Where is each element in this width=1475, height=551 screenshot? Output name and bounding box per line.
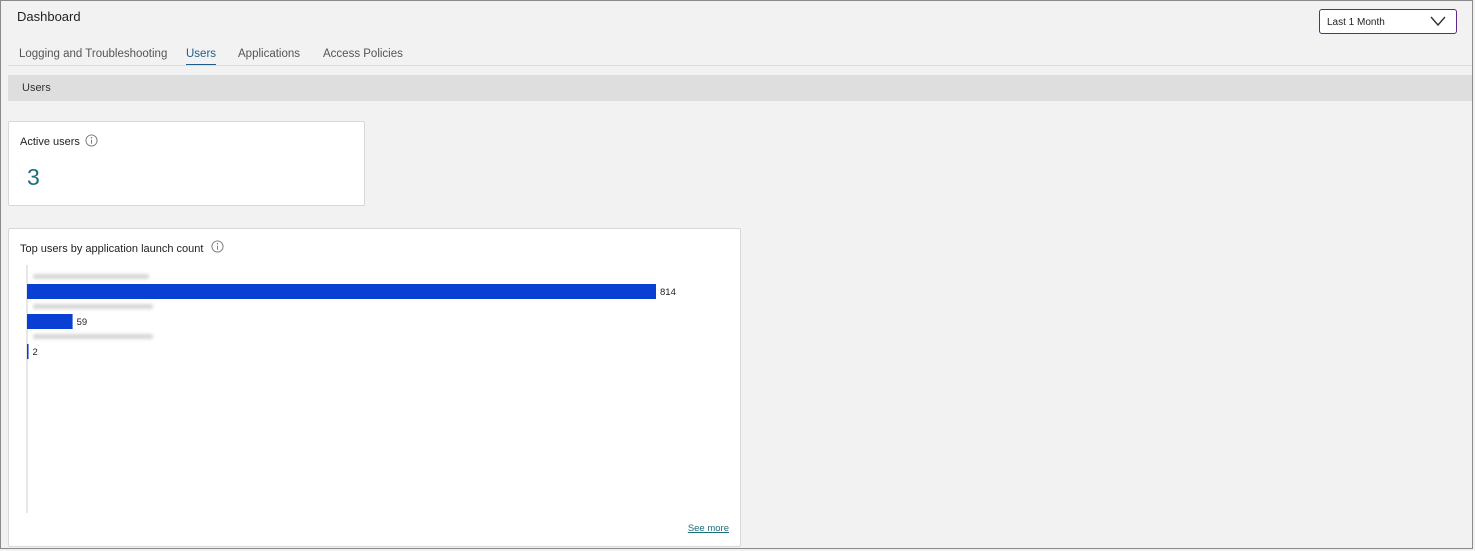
bar-category-label	[33, 274, 149, 279]
tab-access-policies[interactable]: Access Policies	[323, 48, 403, 60]
section-header: Users	[8, 75, 1472, 101]
chart-bar[interactable]	[27, 314, 73, 329]
active-users-count: 3	[27, 164, 40, 190]
section-title: Users	[22, 82, 51, 94]
bar-value-label: 59	[77, 317, 88, 328]
time-range-value: Last 1 Month	[1327, 17, 1385, 28]
tab-logging-troubleshooting[interactable]: Logging and Troubleshooting	[19, 48, 167, 60]
chevron-down-icon	[1430, 16, 1446, 27]
tab-users[interactable]: Users	[186, 48, 217, 66]
bar-category-label	[33, 304, 153, 309]
active-users-card: Active users 3	[8, 121, 365, 206]
chart-bar[interactable]	[27, 344, 29, 359]
bar-value-label: 2	[33, 347, 38, 358]
top-users-title: Top users by application launch count	[20, 243, 204, 255]
top-users-bar-chart: 814 59 2	[26, 265, 676, 513]
see-more-link[interactable]: See more	[688, 523, 729, 534]
info-icon[interactable]	[211, 240, 224, 253]
bar-value-label: 814	[660, 287, 676, 298]
info-icon[interactable]	[85, 134, 98, 147]
tab-applications[interactable]: Applications	[238, 48, 300, 60]
page-title: Dashboard	[17, 9, 81, 24]
top-users-card: Top users by application launch count 81…	[8, 228, 741, 547]
active-users-label: Active users	[20, 136, 80, 148]
tab-divider	[8, 65, 1472, 66]
chart-bar[interactable]	[27, 284, 656, 299]
bar-category-label	[33, 334, 153, 339]
time-range-dropdown[interactable]: Last 1 Month	[1319, 9, 1457, 34]
dashboard-window: Dashboard Last 1 Month Logging and Troub…	[0, 0, 1473, 549]
